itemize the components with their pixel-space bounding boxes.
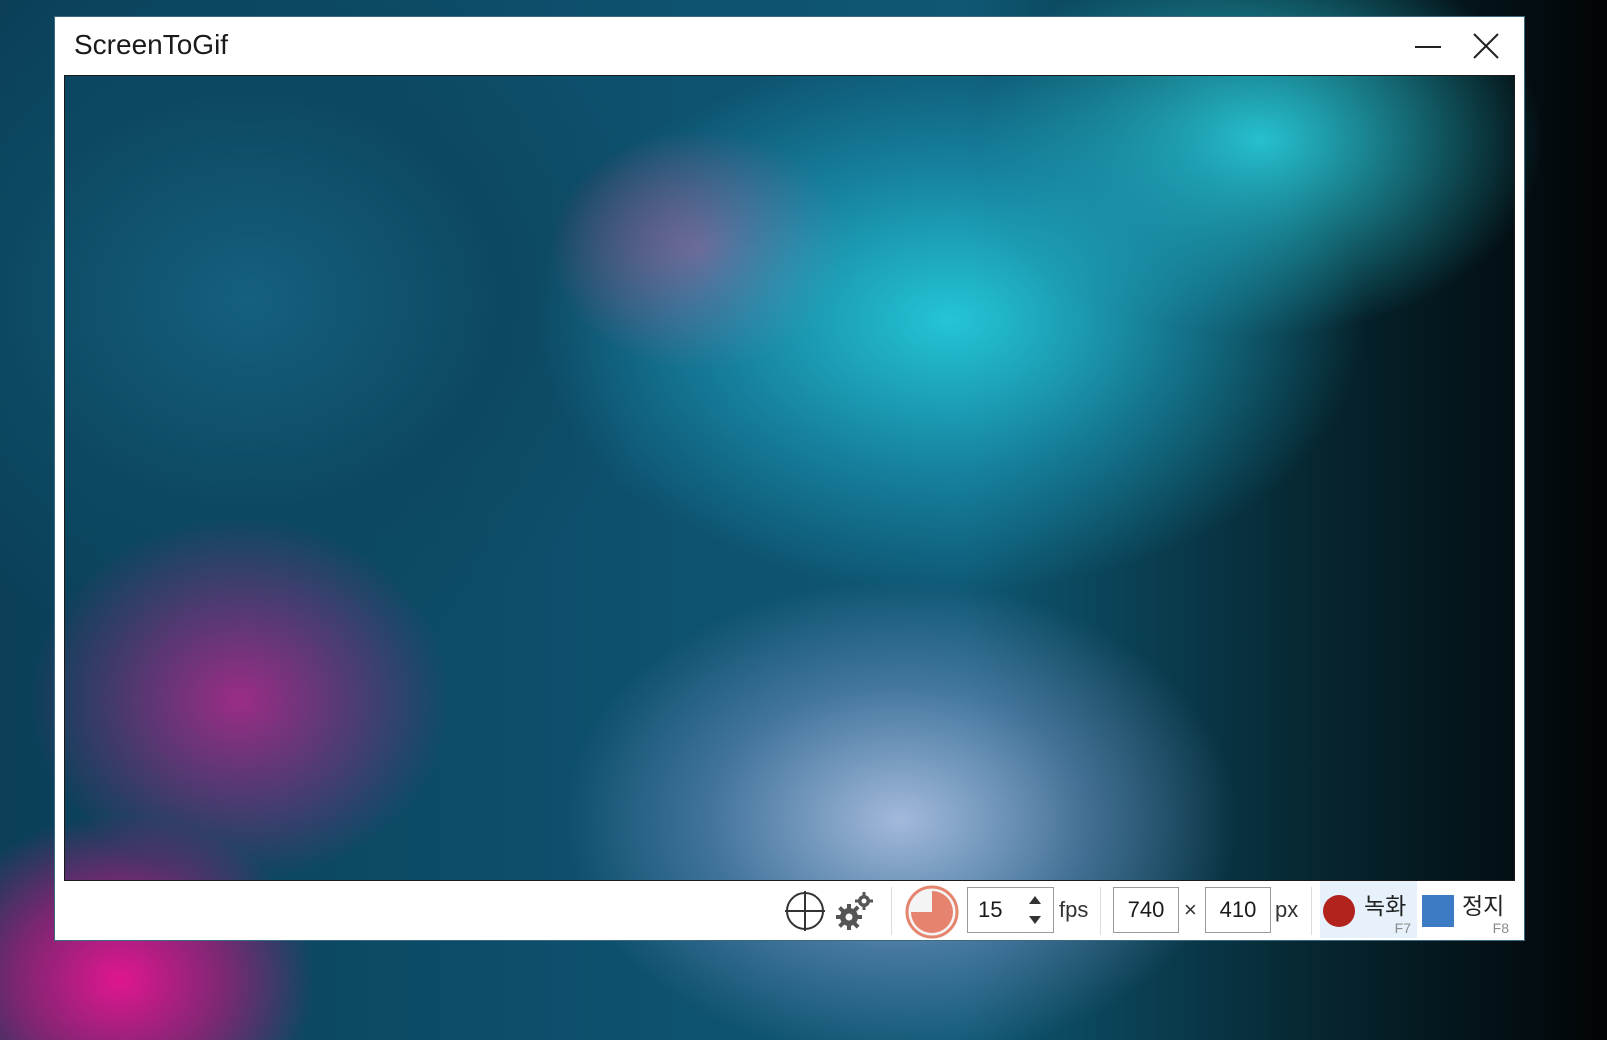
stop-label: 정지	[1462, 894, 1505, 920]
window-title: ScreenToGif	[74, 29, 229, 60]
capture-region	[64, 75, 1515, 881]
size-times-symbol: ×	[1184, 897, 1197, 922]
fps-value: 15	[978, 897, 1003, 922]
stop-shortcut: F8	[1492, 920, 1509, 936]
frame-left-edge[interactable]	[55, 75, 64, 883]
gears-icon	[836, 892, 873, 930]
stop-button[interactable]: 정지 F8	[1418, 881, 1515, 938]
height-input[interactable]: 410	[1205, 887, 1271, 933]
frequency-timer-button[interactable]	[905, 885, 959, 939]
title-bar[interactable]: ScreenToGif	[55, 17, 1524, 75]
stop-icon	[1422, 895, 1454, 927]
fps-unit-label: fps	[1059, 897, 1089, 922]
record-icon	[1323, 895, 1355, 927]
size-unit-label: px	[1275, 897, 1299, 922]
height-value: 410	[1219, 897, 1257, 922]
width-input[interactable]: 740	[1113, 887, 1179, 933]
record-shortcut: F7	[1394, 920, 1411, 936]
screentogif-window: ScreenToGif 15 fps 740 × 410 px 녹화 F7 정지…	[54, 16, 1525, 941]
snap-to-window-button[interactable]	[783, 889, 827, 933]
toolbar-separator	[1100, 887, 1101, 935]
fps-input[interactable]: 15	[967, 887, 1054, 933]
fps-stepper-arrows-icon[interactable]	[1027, 890, 1043, 930]
record-label: 녹화	[1364, 894, 1407, 920]
width-value: 740	[1127, 897, 1165, 922]
close-icon	[1473, 33, 1499, 59]
recorder-toolbar: 15 fps 740 × 410 px 녹화 F7 정지 F8	[55, 881, 1524, 940]
options-button[interactable]	[835, 889, 877, 933]
frame-right-edge[interactable]	[1515, 75, 1524, 883]
minimize-button[interactable]	[1405, 25, 1451, 69]
toolbar-separator	[891, 887, 892, 935]
minimize-icon	[1415, 46, 1441, 48]
crosshair-icon	[785, 891, 825, 931]
close-button[interactable]	[1463, 25, 1509, 69]
record-button[interactable]: 녹화 F7	[1320, 881, 1417, 938]
pie-timer-icon	[905, 885, 959, 939]
toolbar-separator	[1311, 887, 1312, 935]
